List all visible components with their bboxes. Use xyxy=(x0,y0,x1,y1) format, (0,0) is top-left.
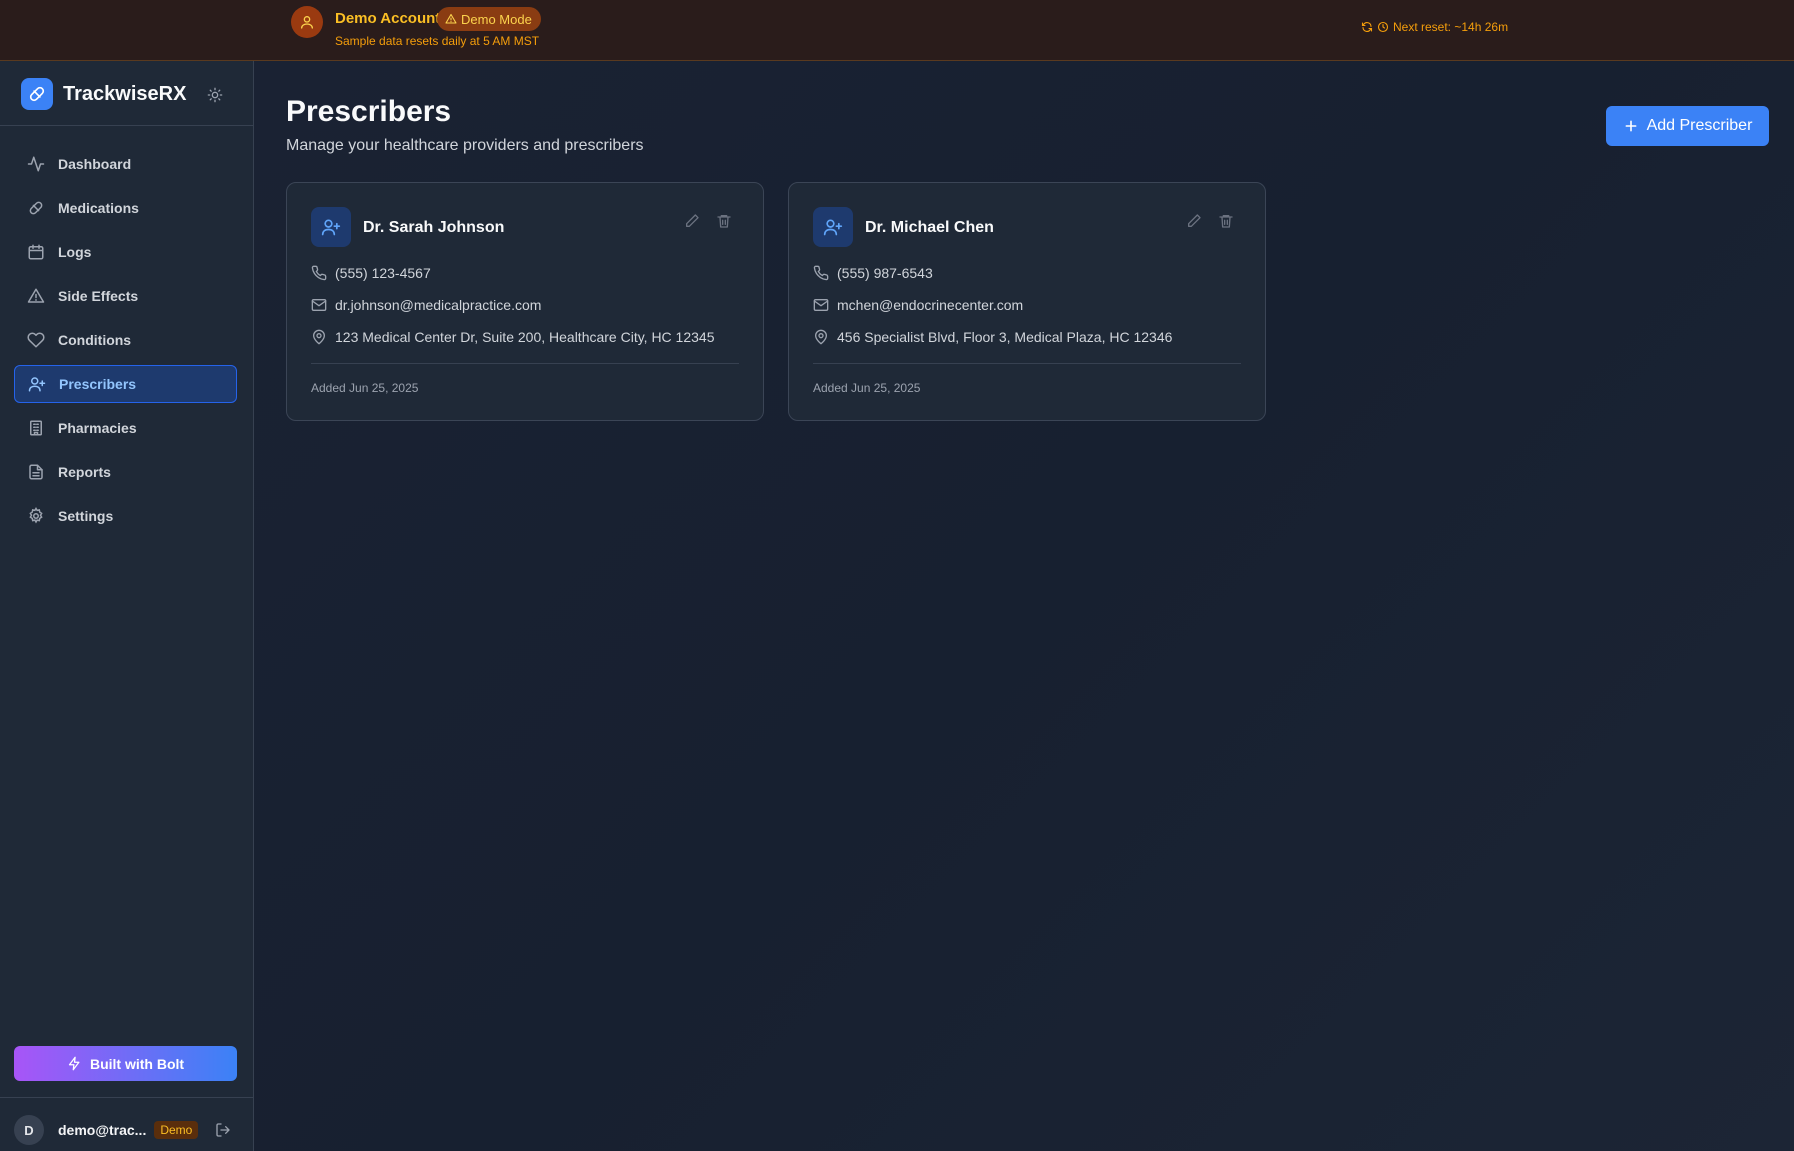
page-subtitle: Manage your healthcare providers and pre… xyxy=(286,137,644,154)
built-with-bolt-button[interactable]: Built with Bolt xyxy=(14,1046,237,1081)
prescriber-phone: (555) 123-4567 xyxy=(335,265,431,281)
sidebar-item-settings[interactable]: Settings xyxy=(14,497,237,535)
user-plus-icon xyxy=(813,207,853,247)
sidebar-item-side-effects[interactable]: Side Effects xyxy=(14,277,237,315)
activity-icon xyxy=(26,154,46,174)
user-profile: D demo@trac... Demo xyxy=(14,1115,237,1145)
sidebar-divider xyxy=(0,125,253,126)
sidebar-item-label: Side Effects xyxy=(58,288,139,304)
warning-icon xyxy=(445,13,457,25)
sun-icon[interactable] xyxy=(205,85,225,105)
sidebar-item-prescribers[interactable]: Prescribers xyxy=(14,365,237,403)
sidebar-item-label: Settings xyxy=(58,508,114,524)
phone-icon xyxy=(311,265,327,281)
card-divider xyxy=(311,363,739,364)
prescriber-address-row: 123 Medical Center Dr, Suite 200, Health… xyxy=(311,329,715,345)
logout-icon[interactable] xyxy=(215,1122,231,1138)
sidebar-nav: Dashboard Medications Logs Side Effects … xyxy=(14,145,237,541)
building-icon xyxy=(26,418,46,438)
prescriber-card: Dr. Sarah Johnson (555) 123-4567 dr.john… xyxy=(286,182,764,421)
user-email: demo@trac... xyxy=(58,1122,147,1138)
prescriber-email-row: mchen@endocrinecenter.com xyxy=(813,297,1023,313)
sidebar-divider xyxy=(0,1097,253,1098)
sidebar-item-label: Logs xyxy=(58,244,92,260)
sidebar-item-label: Dashboard xyxy=(58,156,132,172)
prescriber-address-row: 456 Specialist Blvd, Floor 3, Medical Pl… xyxy=(813,329,1172,345)
sidebar-item-label: Conditions xyxy=(58,332,132,348)
sidebar-item-label: Medications xyxy=(58,200,139,216)
prescriber-email-row: dr.johnson@medicalpractice.com xyxy=(311,297,541,313)
heart-icon xyxy=(26,330,46,350)
mail-icon xyxy=(311,297,327,313)
sidebar-item-medications[interactable]: Medications xyxy=(14,189,237,227)
prescriber-name: Dr. Sarah Johnson xyxy=(363,219,505,236)
mail-icon xyxy=(813,297,829,313)
pill-logo-icon xyxy=(21,78,53,110)
demo-badge: Demo xyxy=(154,1121,199,1139)
main-content: Prescribers Manage your healthcare provi… xyxy=(254,61,1794,1151)
prescriber-address: 123 Medical Center Dr, Suite 200, Health… xyxy=(335,329,715,345)
add-prescriber-button[interactable]: Add Prescriber xyxy=(1606,106,1769,146)
sidebar: TrackwiseRX Dashboard Medications Logs S… xyxy=(0,61,254,1151)
avatar[interactable]: D xyxy=(14,1115,44,1145)
prescriber-address: 456 Specialist Blvd, Floor 3, Medical Pl… xyxy=(837,329,1173,345)
map-pin-icon xyxy=(813,329,829,345)
sidebar-item-label: Pharmacies xyxy=(58,420,137,436)
file-text-icon xyxy=(26,462,46,482)
refresh-icon xyxy=(1361,21,1373,33)
page-title: Prescribers xyxy=(286,95,452,128)
demo-account-title: Demo Account xyxy=(335,10,441,27)
sidebar-item-pharmacies[interactable]: Pharmacies xyxy=(14,409,237,447)
map-pin-icon xyxy=(311,329,327,345)
trash-icon[interactable] xyxy=(716,213,732,229)
plus-icon xyxy=(1623,118,1639,134)
prescriber-phone: (555) 987-6543 xyxy=(837,265,933,281)
sidebar-item-logs[interactable]: Logs xyxy=(14,233,237,271)
edit-icon[interactable] xyxy=(1186,213,1202,229)
demo-mode-label: Demo Mode xyxy=(461,11,532,27)
sidebar-item-label: Prescribers xyxy=(59,376,137,392)
calendar-icon xyxy=(26,242,46,262)
prescriber-name: Dr. Michael Chen xyxy=(865,219,994,236)
demo-mode-badge: Demo Mode xyxy=(437,7,541,31)
clock-icon xyxy=(1377,21,1389,33)
card-divider xyxy=(813,363,1241,364)
edit-icon[interactable] xyxy=(684,213,700,229)
prescriber-added-date: Added Jun 25, 2025 xyxy=(311,381,419,395)
trash-icon[interactable] xyxy=(1218,213,1234,229)
sidebar-item-conditions[interactable]: Conditions xyxy=(14,321,237,359)
demo-reset-note: Sample data resets daily at 5 AM MST xyxy=(335,34,540,48)
brand[interactable]: TrackwiseRX xyxy=(21,78,186,110)
gear-icon xyxy=(26,506,46,526)
user-plus-icon xyxy=(311,207,351,247)
next-reset-label: Next reset: ~14h 26m xyxy=(1393,20,1509,34)
prescriber-phone-row: (555) 123-4567 xyxy=(311,265,431,281)
alert-triangle-icon xyxy=(26,286,46,306)
prescriber-phone-row: (555) 987-6543 xyxy=(813,265,933,281)
lightning-icon xyxy=(67,1056,82,1071)
phone-icon xyxy=(813,265,829,281)
sidebar-item-reports[interactable]: Reports xyxy=(14,453,237,491)
sidebar-item-dashboard[interactable]: Dashboard xyxy=(14,145,237,183)
demo-banner: Demo Account Demo Mode Sample data reset… xyxy=(0,0,1794,61)
prescriber-card: Dr. Michael Chen (555) 987-6543 mchen@en… xyxy=(788,182,1266,421)
add-prescriber-label: Add Prescriber xyxy=(1646,117,1753,134)
user-plus-icon xyxy=(27,374,47,394)
brand-name: TrackwiseRX xyxy=(63,82,187,105)
prescriber-email: dr.johnson@medicalpractice.com xyxy=(335,297,542,313)
sidebar-item-label: Reports xyxy=(58,464,111,480)
next-reset: Next reset: ~14h 26m xyxy=(1361,20,1508,34)
prescriber-email: mchen@endocrinecenter.com xyxy=(837,297,1024,313)
demo-user-icon xyxy=(291,6,323,38)
built-with-bolt-label: Built with Bolt xyxy=(89,1055,185,1072)
pill-icon xyxy=(26,198,46,218)
prescriber-added-date: Added Jun 25, 2025 xyxy=(813,381,921,395)
